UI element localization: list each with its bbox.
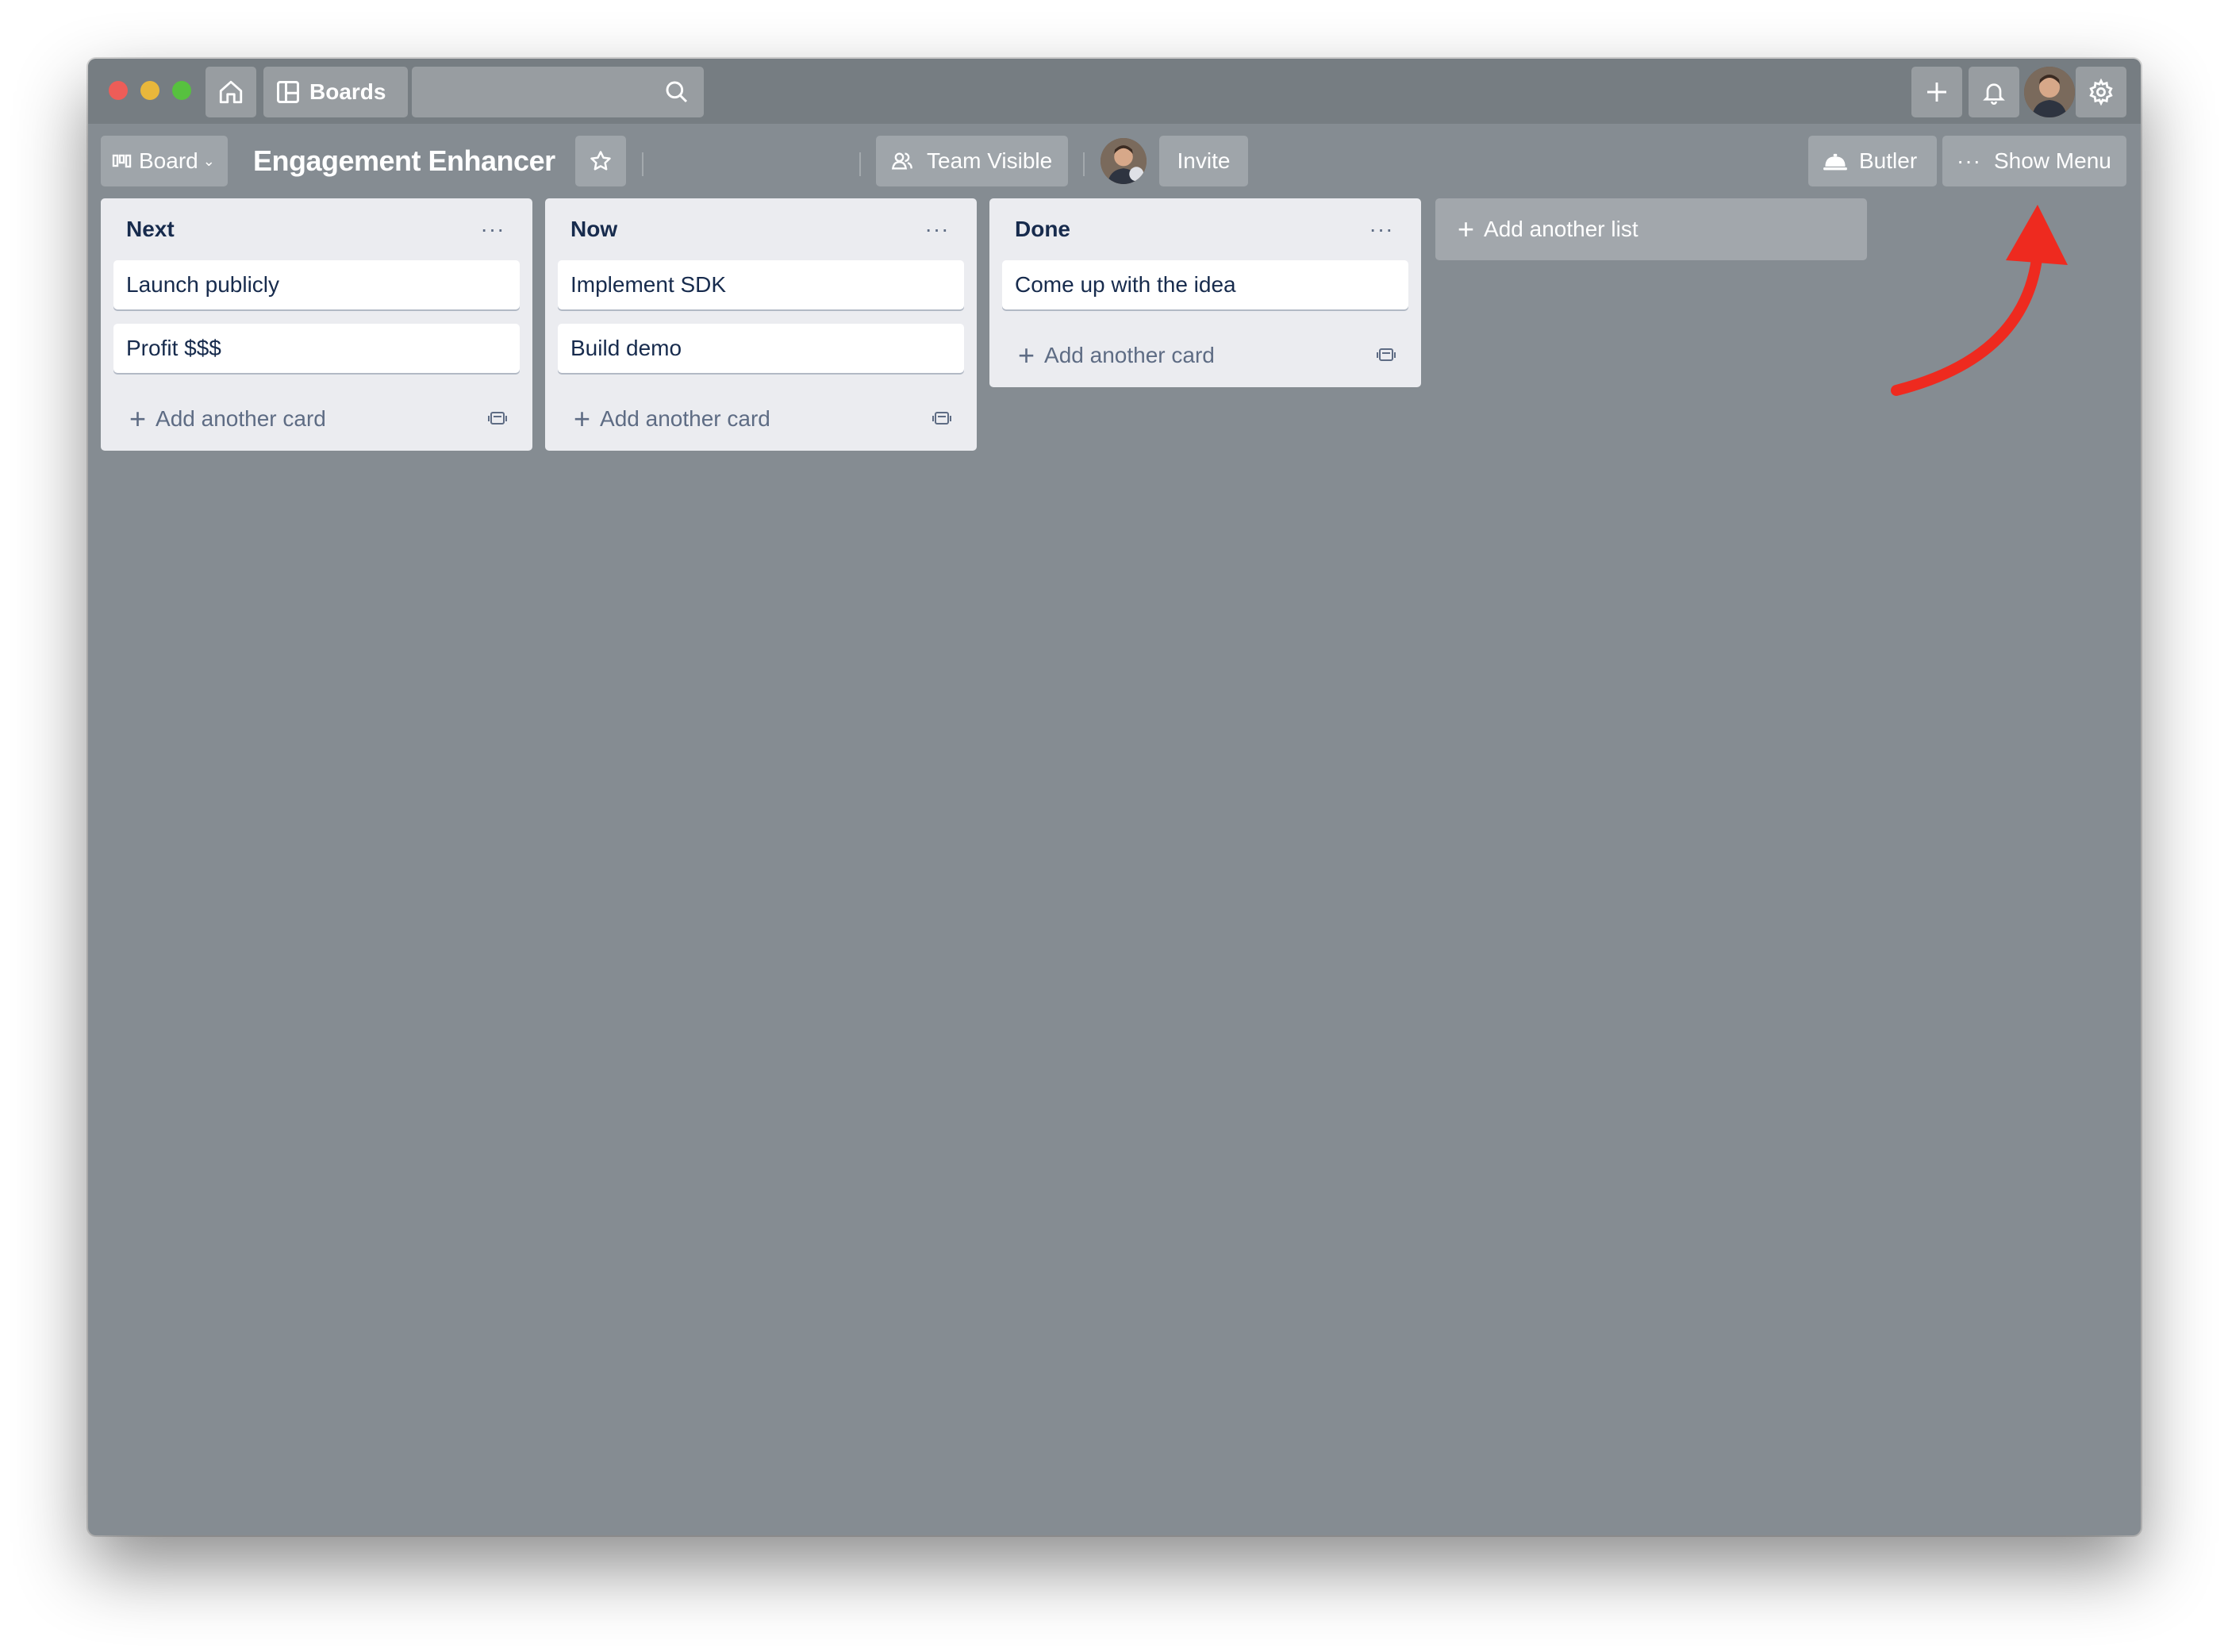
board-view-label: Board [139, 148, 198, 173]
minimize-window-button[interactable] [140, 81, 159, 100]
board-member-avatar[interactable] [1101, 138, 1147, 184]
add-card-button[interactable]: + Add another card [558, 387, 964, 451]
card[interactable]: Launch publicly [113, 260, 520, 309]
list-next[interactable]: Next ··· Launch publicly Profit $$$ + Ad… [101, 198, 532, 451]
card-template-icon[interactable] [932, 409, 951, 427]
show-menu-label: Show Menu [1993, 148, 2111, 173]
visibility-label: Team Visible [927, 148, 1053, 173]
header-divider [642, 152, 643, 176]
user-avatar-image [2024, 67, 2075, 117]
top-bar: Boards [88, 59, 2141, 124]
add-list-label: Add another list [1484, 217, 1638, 241]
bell-icon [1983, 83, 2005, 105]
card-template-icon[interactable] [1377, 346, 1396, 363]
plus-icon [1927, 83, 1946, 102]
invite-button[interactable]: Invite [1159, 136, 1248, 186]
avatar[interactable] [2024, 67, 2075, 117]
card[interactable]: Come up with the idea [1002, 260, 1408, 309]
plus-icon: + [129, 402, 147, 435]
team-icon [891, 152, 912, 170]
list-menu-icon[interactable]: ··· [921, 217, 953, 241]
settings-button[interactable] [2076, 67, 2126, 117]
add-card-button[interactable]: + Add another card [1002, 324, 1408, 387]
home-button[interactable] [206, 67, 256, 117]
plus-icon: + [1018, 339, 1035, 371]
close-window-button[interactable] [109, 81, 128, 100]
search-input[interactable] [412, 67, 704, 117]
create-button[interactable] [1911, 67, 1962, 117]
list-done[interactable]: Done ··· Come up with the idea + Add ano… [989, 198, 1421, 387]
more-dots-icon: ··· [1957, 148, 1981, 173]
board-view-icon [112, 154, 132, 168]
member-avatar-image [1101, 138, 1147, 184]
list-header: Next ··· [113, 198, 520, 260]
card[interactable]: Profit $$$ [113, 324, 520, 373]
board-header: Board ⌄ Engagement Enhancer Team Visible… [88, 124, 2141, 194]
board-view-switcher[interactable]: Board ⌄ [101, 136, 228, 186]
add-card-button[interactable]: + Add another card [113, 387, 520, 451]
zoom-window-button[interactable] [172, 81, 191, 100]
butler-button[interactable]: Butler [1808, 136, 1937, 186]
star-board-button[interactable] [575, 136, 626, 186]
boards-icon [277, 81, 299, 103]
header-divider [859, 152, 861, 176]
notifications-button[interactable] [1969, 67, 2019, 117]
add-list-button[interactable]: + Add another list [1435, 198, 1867, 260]
butler-label: Butler [1859, 148, 1918, 173]
plus-icon: + [1458, 213, 1475, 245]
list-header: Now ··· [558, 198, 964, 260]
invite-label: Invite [1177, 148, 1231, 173]
boards-label: Boards [309, 79, 386, 104]
add-card-label: Add another card [600, 406, 770, 431]
gear-icon [2089, 79, 2113, 106]
list-header: Done ··· [1002, 198, 1408, 260]
list-menu-icon[interactable]: ··· [1366, 217, 1397, 241]
home-icon [219, 80, 243, 104]
header-divider [1083, 152, 1085, 176]
card[interactable]: Implement SDK [558, 260, 964, 309]
boards-button[interactable]: Boards [263, 67, 408, 117]
visibility-button[interactable]: Team Visible [876, 136, 1068, 186]
search-icon [666, 81, 688, 103]
plus-icon: + [574, 402, 591, 435]
add-card-label: Add another card [156, 406, 326, 431]
list-now[interactable]: Now ··· Implement SDK Build demo + Add a… [545, 198, 977, 451]
add-card-label: Add another card [1044, 343, 1215, 367]
list-title[interactable]: Next [126, 217, 175, 242]
show-menu-button[interactable]: ··· Show Menu [1942, 136, 2126, 186]
butler-icon [1823, 153, 1847, 171]
board-title[interactable]: Engagement Enhancer [253, 136, 555, 186]
list-title[interactable]: Now [570, 217, 617, 242]
star-icon [590, 151, 611, 171]
chevron-down-icon: ⌄ [202, 152, 215, 169]
list-title[interactable]: Done [1015, 217, 1070, 242]
card-template-icon[interactable] [488, 409, 507, 427]
card[interactable]: Build demo [558, 324, 964, 373]
list-menu-icon[interactable]: ··· [477, 217, 509, 241]
app-window: Boards Board ⌄ Engagement Enhancer Team … [88, 59, 2141, 1535]
